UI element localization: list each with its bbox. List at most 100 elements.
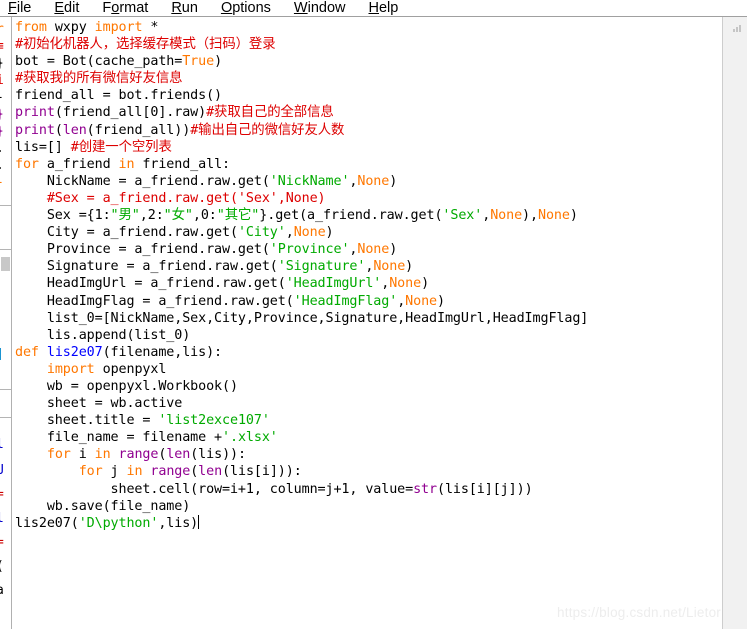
code-line: friend_all = bot.friends() <box>15 87 588 104</box>
code-token: #获取自己的全部信息 <box>206 105 334 121</box>
code-text[interactable]: from wxpy import * #初始化机器人，选择缓存模式（扫码）登录 bo… <box>15 19 588 532</box>
code-line: lis.append(list_0) <box>15 327 588 344</box>
code-line: City = a_friend.raw.get('City',None) <box>15 224 588 241</box>
code-token: len <box>198 464 223 480</box>
code-line: import openpyxl <box>15 361 588 378</box>
code-token: 'list2exce107' <box>158 413 270 429</box>
code-line: for i in range(len(lis)): <box>15 446 588 463</box>
code-token: for <box>15 156 39 172</box>
code-token: HeadImgUrl = a_friend.raw.get( <box>15 276 286 292</box>
code-token: range <box>118 447 159 463</box>
background-code-fragment: i <box>0 73 4 88</box>
code-token: ,0: <box>192 208 217 224</box>
code-token: #输出自己的微信好友人数 <box>190 122 345 138</box>
code-token: for <box>78 464 103 480</box>
code-line: from wxpy import * <box>15 19 588 36</box>
menu-bar: File Edit Format Run Options Window Help <box>0 0 747 17</box>
code-token: ) <box>325 225 334 241</box>
code-token: str <box>413 481 437 497</box>
code-token: a_friend <box>38 156 119 172</box>
background-window-divider <box>0 417 11 418</box>
code-token: lis=[] <box>15 139 71 155</box>
code-editor[interactable]: from wxpy import * #初始化机器人，选择缓存模式（扫码）登录 bo… <box>11 17 723 629</box>
code-token: "其它" <box>216 208 260 224</box>
code-token: "女" <box>163 208 193 224</box>
menu-item-edit[interactable]: Edit <box>54 0 79 16</box>
code-line: list_0=[NickName,Sex,City,Province,Signa… <box>15 310 589 327</box>
code-token: #创建一个空列表 <box>70 139 172 155</box>
code-token: (lis[i])): <box>222 464 302 480</box>
code-token: ), <box>522 208 538 224</box>
code-token: '.xlsx' <box>222 430 278 446</box>
code-token: ,lis) <box>158 515 199 531</box>
code-token: ) <box>421 276 430 292</box>
background-code-fragment: } <box>0 124 4 139</box>
code-token: , <box>482 208 491 224</box>
background-code-fragment: } <box>0 107 4 122</box>
code-token: (friend_all)) <box>86 122 191 138</box>
code-token: ,2: <box>139 208 164 224</box>
background-code-fragment: - <box>0 90 4 105</box>
code-line: print(friend_all[0].raw)#获取自己的全部信息 <box>15 104 588 121</box>
background-code-fragment: l <box>0 511 4 526</box>
code-token: sheet.title = <box>15 413 159 429</box>
background-code-fragment: . <box>0 141 4 156</box>
code-token: lis2e07 <box>46 344 103 360</box>
code-token: wb.save(file_name) <box>15 498 191 514</box>
code-token: None <box>373 259 406 275</box>
code-line: HeadImgUrl = a_friend.raw.get('HeadImgUr… <box>15 275 588 292</box>
code-line: #初始化机器人，选择缓存模式（扫码）登录 <box>15 36 588 53</box>
menu-item-format[interactable]: Format <box>102 0 148 16</box>
code-token: len <box>166 447 191 463</box>
code-token: ( <box>54 122 63 138</box>
code-token: (lis)): <box>190 447 246 463</box>
menu-item-window[interactable]: Window <box>294 0 346 16</box>
editor-right-gutter[interactable] <box>722 17 747 629</box>
code-token: 'NickName' <box>269 173 350 189</box>
code-line: sheet.cell(row=i+1, column=j+1, value=st… <box>15 481 588 498</box>
code-token: "男" <box>110 208 140 224</box>
code-token: None <box>389 276 422 292</box>
code-token: 'Sex' <box>442 208 483 224</box>
code-token: wxpy <box>46 20 95 35</box>
code-token: print <box>15 105 55 121</box>
background-window-divider <box>0 249 11 250</box>
code-token: sheet = wb.active <box>15 396 183 412</box>
text-cursor <box>198 514 200 529</box>
code-line: sheet = wb.active <box>15 395 588 412</box>
code-line: for a_friend in friend_all: <box>15 156 588 173</box>
code-token: 'HeadImgUrl' <box>285 276 382 292</box>
code-token: sheet.cell(row=i+1, column=j+1, value= <box>15 481 414 497</box>
background-code-fragment: ≡ <box>0 39 4 54</box>
code-token: wb = openpyxl.Workbook() <box>15 378 238 394</box>
code-line: wb.save(file_name) <box>15 498 588 515</box>
background-scrollbar-thumb[interactable] <box>1 257 10 271</box>
code-token: bot = Bot(cache_path= <box>15 54 183 70</box>
code-token: #初始化机器人，选择缓存模式（扫码）登录 <box>15 37 276 53</box>
code-line: bot = Bot(cache_path=True) <box>15 53 588 70</box>
code-token: NickName = a_friend.raw.get( <box>15 173 270 189</box>
code-token: HeadImgFlag = a_friend.raw.get( <box>15 293 294 309</box>
code-token: #Sex = a_friend.raw.get('Sex',None) <box>15 190 326 206</box>
code-line: file_name = filename +'.xlsx' <box>15 429 588 446</box>
code-token: list_0=[NickName,Sex,City,Province,Signa… <box>15 310 589 326</box>
menu-item-file[interactable]: File <box>8 0 31 16</box>
code-token: j <box>102 464 127 480</box>
code-token: lis2e07( <box>15 515 79 531</box>
code-token: range <box>150 464 191 480</box>
code-token: None <box>357 242 390 258</box>
scroll-marker-icon <box>733 25 741 32</box>
menu-item-run[interactable]: Run <box>171 0 198 16</box>
code-token: ) <box>389 242 398 258</box>
code-line: sheet.title = 'list2exce107' <box>15 412 588 429</box>
code-line: NickName = a_friend.raw.get('NickName',N… <box>15 173 588 190</box>
code-token: City = a_friend.raw.get( <box>15 225 238 241</box>
code-token: ) <box>437 293 445 309</box>
code-token: None <box>405 293 438 309</box>
menu-item-options[interactable]: Options <box>221 0 271 16</box>
background-window-sliver: r≡}i-}}..-]lU=l=(a <box>0 17 11 629</box>
menu-item-help[interactable]: Help <box>369 0 399 16</box>
background-code-fragment: a <box>0 583 4 598</box>
